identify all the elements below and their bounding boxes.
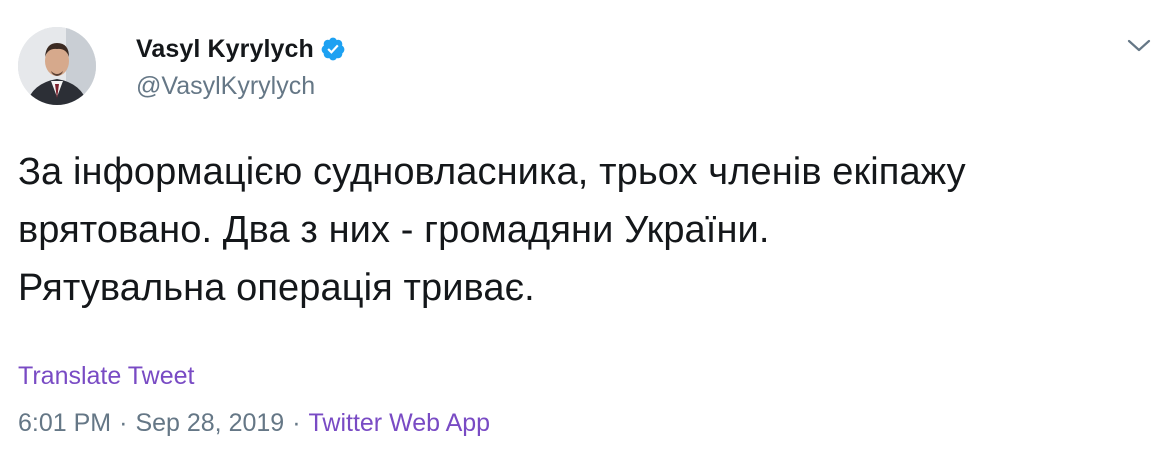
tweet-text: За інформацією судновласника, трьох член… <box>18 151 966 309</box>
author-avatar[interactable] <box>18 27 96 105</box>
tweet-meta: 6:01 PM · Sep 28, 2019 · Twitter Web App <box>18 409 490 438</box>
tweet-date[interactable]: Sep 28, 2019 <box>135 409 284 437</box>
tweet-menu-button[interactable] <box>1126 36 1152 56</box>
verified-badge-icon <box>320 36 346 62</box>
translate-tweet-link[interactable]: Translate Tweet <box>18 362 194 391</box>
author-handle[interactable]: @VasylKyrylych <box>136 72 346 101</box>
tweet-source-link[interactable]: Twitter Web App <box>309 409 491 437</box>
tweet-card: Vasyl Kyrylych @VasylKyrylych За інформа… <box>0 0 1174 456</box>
chevron-down-icon <box>1127 39 1151 52</box>
author-name-row: Vasyl Kyrylych <box>136 34 346 64</box>
author-display-name[interactable]: Vasyl Kyrylych <box>136 35 314 64</box>
meta-separator: · <box>119 409 128 437</box>
meta-separator: · <box>292 409 301 437</box>
tweet-time[interactable]: 6:01 PM <box>18 409 111 437</box>
avatar-photo <box>18 27 96 105</box>
author-block: Vasyl Kyrylych @VasylKyrylych <box>136 34 346 101</box>
